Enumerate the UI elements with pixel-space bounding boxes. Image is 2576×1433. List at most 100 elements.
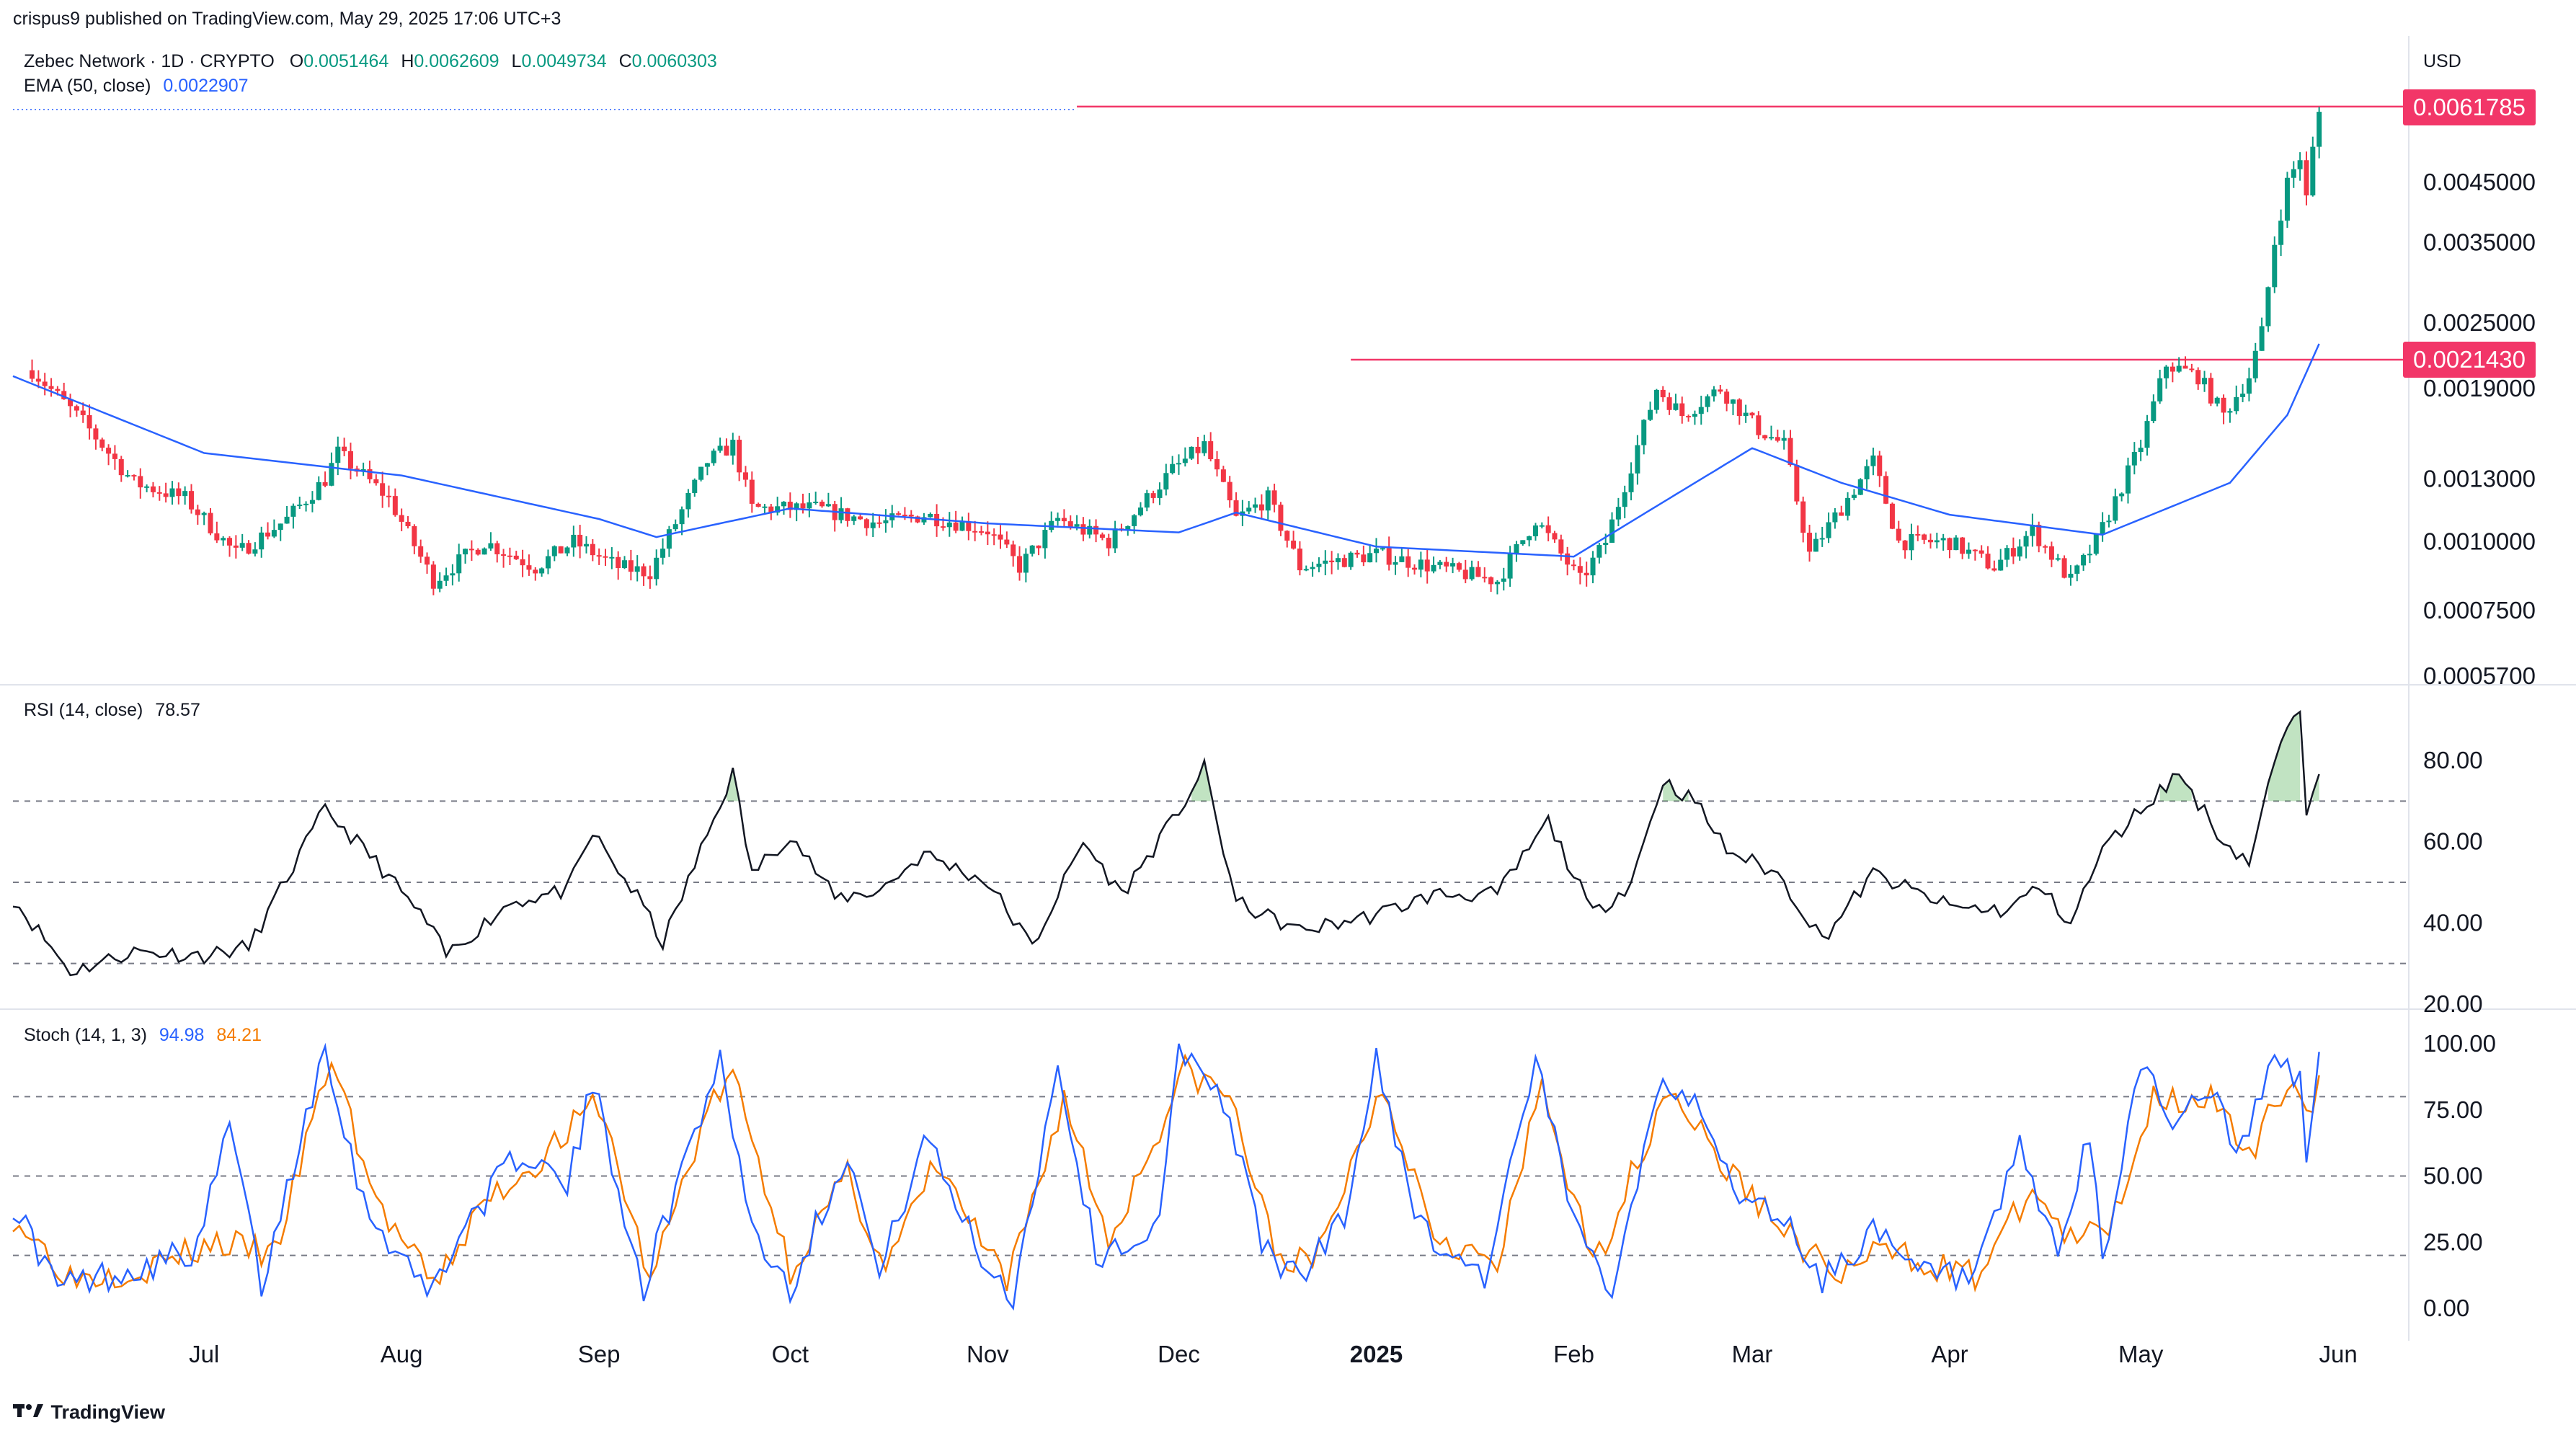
candle-down: [737, 440, 742, 473]
candle-down: [1361, 554, 1367, 563]
candle-down: [724, 445, 729, 456]
candle-down: [896, 513, 902, 515]
candle-down: [1960, 537, 1966, 554]
candle-down: [1571, 564, 1577, 567]
candle-down: [412, 526, 417, 546]
candle-up: [284, 516, 290, 524]
candle-down: [246, 543, 252, 554]
current-price-tag: 0.0061785: [2403, 89, 2536, 125]
rsi-line: [12, 710, 2320, 977]
candle-up: [1940, 538, 1946, 541]
candle-up: [2214, 397, 2220, 404]
candle-down: [742, 472, 748, 480]
tradingview-logo-icon: [13, 1403, 45, 1422]
candle-down: [1762, 435, 1768, 439]
candle-up: [1692, 414, 1697, 417]
x-tick-label: Feb: [1553, 1341, 1594, 1367]
price-tick-label: 0.0035000: [2423, 229, 2536, 255]
candle-down: [966, 521, 972, 531]
candle-down: [577, 534, 583, 547]
x-tick-label: Oct: [772, 1341, 809, 1367]
candle-up: [1418, 559, 1424, 570]
candle-up: [1826, 522, 1831, 538]
candle-up: [1501, 578, 1506, 582]
candle-up: [762, 506, 768, 508]
candle-down: [93, 428, 99, 440]
candle-up: [2176, 365, 2182, 372]
candle-down: [1985, 554, 1991, 569]
candle-down: [800, 503, 806, 509]
candle-up: [2023, 536, 2029, 547]
candle-down: [195, 509, 200, 515]
candle-down: [367, 469, 373, 479]
candle-up: [825, 504, 831, 507]
candle-down: [1456, 563, 1462, 570]
candle-down: [1660, 389, 1666, 398]
candle-down: [1017, 556, 1023, 573]
candle-down: [1208, 441, 1214, 459]
x-tick-label: Apr: [1931, 1341, 1968, 1367]
candle-up: [1399, 556, 1405, 562]
candle-up: [1049, 520, 1054, 531]
candle-down: [2169, 366, 2175, 372]
candle-up: [1520, 540, 1526, 544]
candle-down: [1011, 544, 1016, 556]
candle-up: [2297, 160, 2303, 169]
candle-down: [392, 496, 398, 515]
candle-down: [112, 453, 117, 459]
candle-down: [1991, 568, 1997, 571]
candle-down: [208, 513, 213, 533]
tradingview-logo[interactable]: TradingView: [13, 1401, 165, 1424]
candle-down: [863, 519, 869, 528]
candle-up: [1653, 389, 1659, 410]
candle-up: [1781, 438, 1787, 441]
candle-up: [271, 530, 277, 537]
candle-down: [425, 556, 430, 565]
candle-down: [533, 569, 538, 574]
candle-up: [717, 445, 723, 451]
candle-up: [1189, 446, 1194, 459]
candle-up: [443, 575, 449, 581]
candle-up: [437, 580, 443, 589]
ema-line: [12, 343, 2320, 558]
candle-up: [672, 524, 678, 530]
candle-up: [2259, 326, 2265, 351]
rsi-tick-label: 40.00: [2423, 909, 2483, 936]
candle-up: [463, 549, 468, 555]
candle-up: [182, 491, 188, 497]
candle-up: [609, 556, 615, 559]
candle-up: [1137, 507, 1143, 515]
candle-down: [2010, 548, 2016, 557]
candle-down: [1978, 550, 1984, 554]
candle-down: [1093, 525, 1099, 535]
candle-up: [1253, 504, 1258, 508]
x-tick-label: Jul: [189, 1341, 219, 1367]
candle-up: [259, 532, 265, 550]
axes: 0.00450000.00350000.00250000.00190000.00…: [189, 169, 2536, 1367]
candle-up: [622, 560, 628, 569]
candle-down: [1214, 458, 1220, 470]
candle-up: [711, 451, 716, 463]
candle-up: [1112, 528, 1118, 549]
candle-up: [1615, 507, 1621, 520]
candle-down: [1341, 558, 1347, 567]
candle-down: [150, 486, 156, 492]
candle-up: [2164, 366, 2169, 378]
candle-up: [1514, 544, 1519, 554]
candle-up: [1628, 473, 1634, 492]
candle-down: [1291, 540, 1297, 549]
candle-down: [80, 410, 86, 415]
candle-down: [1756, 415, 1762, 435]
candle-up: [1074, 524, 1080, 527]
candle-up: [2234, 396, 2239, 412]
candle-down: [1284, 531, 1290, 541]
candle-up: [303, 503, 309, 505]
candle-down: [1666, 397, 1672, 410]
stoch-k-line: [12, 1042, 2320, 1311]
candle-up: [1437, 562, 1443, 565]
candle-up: [1323, 560, 1328, 564]
candle-down: [858, 516, 863, 520]
candle-down: [418, 546, 424, 557]
candle-down: [399, 515, 404, 522]
candle-down: [628, 560, 634, 572]
